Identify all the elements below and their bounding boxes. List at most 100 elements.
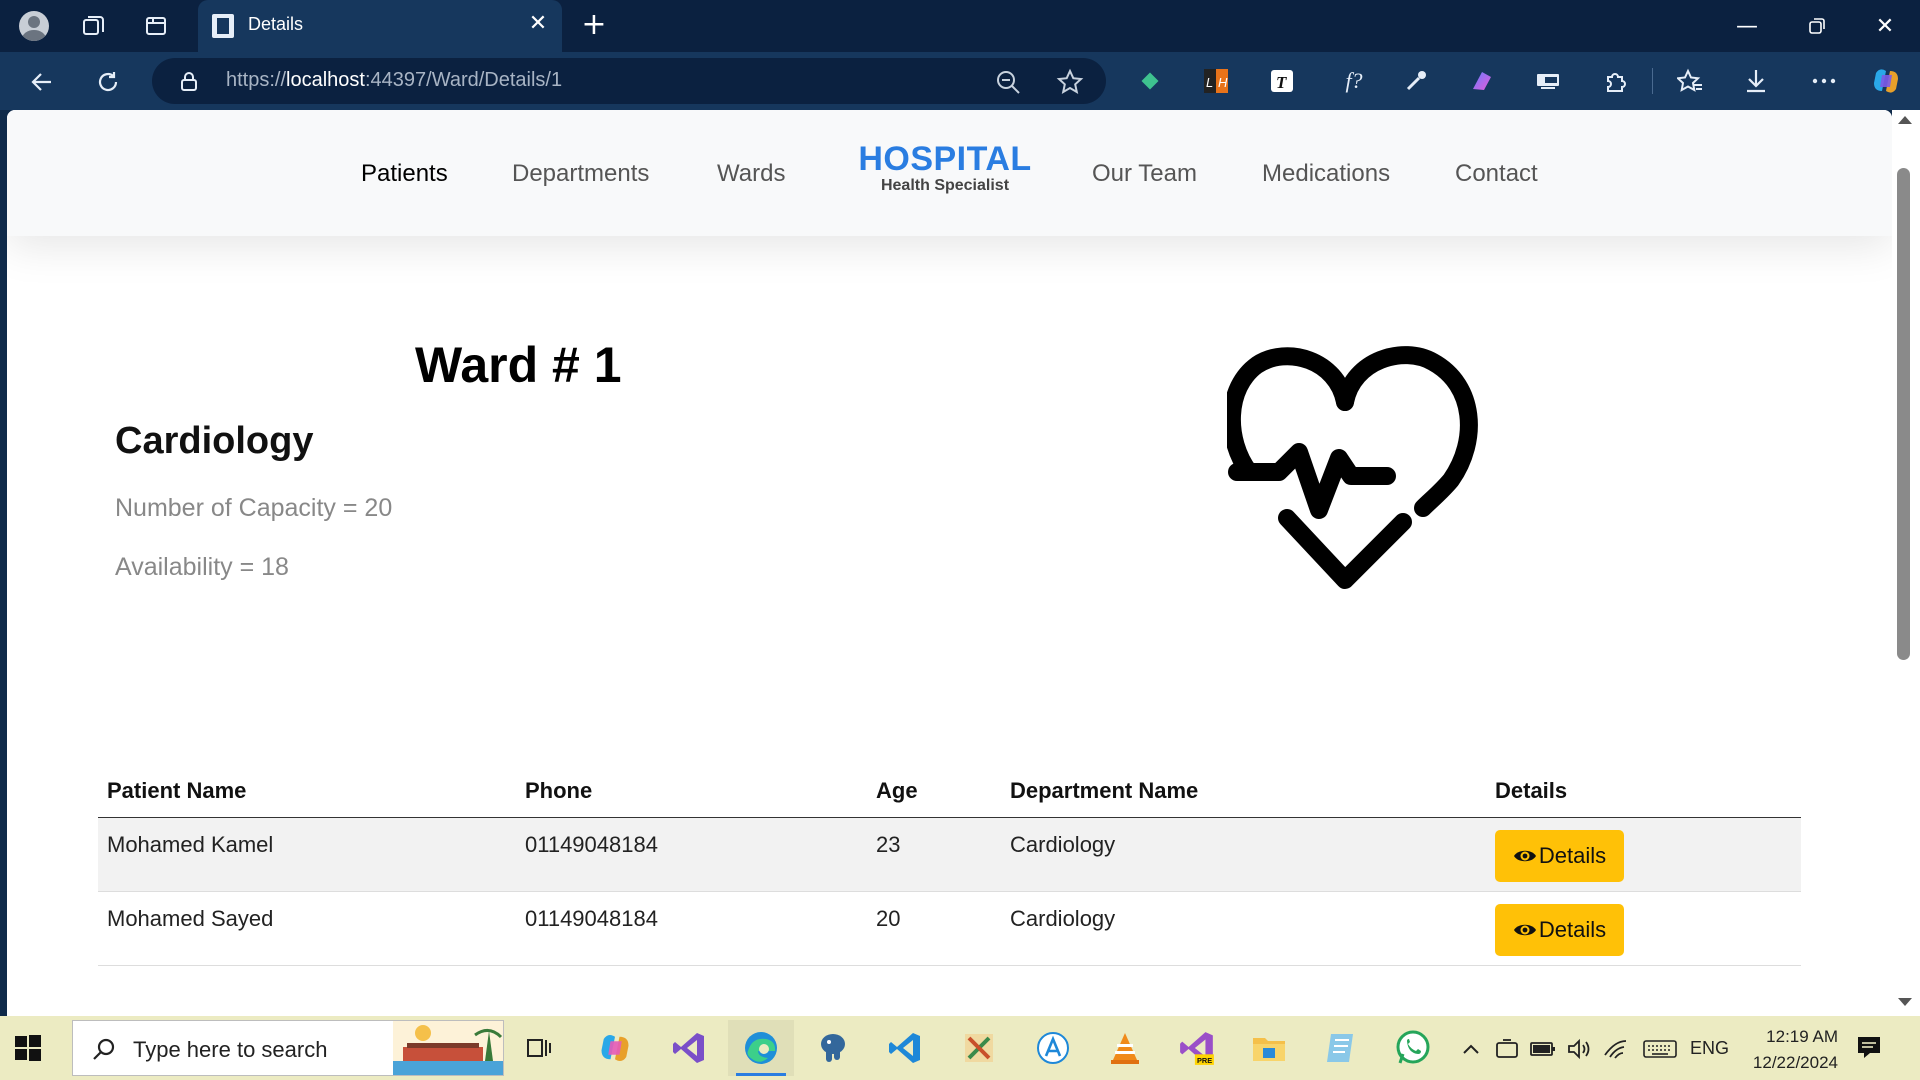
svg-text:T: T <box>1276 73 1287 92</box>
tab-title: Details <box>248 14 304 34</box>
microsoft-edge-icon[interactable] <box>728 1020 794 1076</box>
color-picker-icon[interactable] <box>1400 65 1432 97</box>
column-header-patient-name: Patient Name <box>107 778 247 803</box>
patients-table: Patient Name Phone Age Department Name D… <box>98 764 1801 966</box>
extension-diamond-icon[interactable] <box>1134 65 1166 97</box>
notifications-icon[interactable] <box>1856 1034 1882 1060</box>
nav-link-wards[interactable]: Wards <box>717 160 785 188</box>
taskbar-clock[interactable]: 12:19 AM 12/22/2024 <box>1738 1024 1838 1076</box>
input-language-indicator[interactable]: ENG <box>1690 1038 1729 1059</box>
cell-phone: 01149048184 <box>525 906 658 931</box>
brand-tagline: Health Specialist <box>880 177 1010 194</box>
downloads-icon[interactable] <box>1740 65 1772 97</box>
page-favicon-icon <box>212 14 234 38</box>
details-button[interactable]: Details <box>1495 830 1624 882</box>
tab-actions-icon[interactable] <box>138 8 174 44</box>
ward-capacity: Number of Capacity = 20 <box>115 494 393 522</box>
copilot-icon[interactable] <box>1870 65 1902 97</box>
clock-date: 12/22/2024 <box>1752 1053 1838 1072</box>
address-bar[interactable]: https://localhost:44397/Ward/Details/1 <box>152 58 1106 104</box>
extension-lh-icon[interactable]: LH <box>1200 65 1232 97</box>
favorite-star-icon[interactable] <box>1056 68 1084 96</box>
browser-tab-details[interactable]: Details ✕ <box>198 0 562 52</box>
column-header-age: Age <box>876 778 918 803</box>
extension-font-icon[interactable]: f? <box>1334 65 1374 97</box>
column-header-department-name: Department Name <box>1010 778 1199 803</box>
taskbar-search-box[interactable]: Type here to search <box>72 1020 504 1076</box>
whatsapp-icon[interactable] <box>1380 1020 1446 1076</box>
details-button[interactable]: Details <box>1495 904 1624 956</box>
show-hidden-icons-chevron-icon[interactable] <box>1458 1036 1484 1062</box>
ward-title: Ward # 1 <box>415 337 622 393</box>
browser-toolbar: https://localhost:44397/Ward/Details/1 L… <box>0 52 1920 110</box>
postgresql-icon[interactable] <box>800 1020 866 1076</box>
restore-window-icon[interactable] <box>1782 0 1852 52</box>
windows-taskbar: Type here to search PRE ENG 12:19 AM 12/… <box>0 1016 1920 1080</box>
extension-screen-icon[interactable] <box>1532 65 1564 97</box>
extension-gradient-icon[interactable] <box>1466 65 1498 97</box>
nav-link-contact[interactable]: Contact <box>1455 160 1538 188</box>
nav-link-departments[interactable]: Departments <box>512 160 649 188</box>
battery-icon[interactable] <box>1530 1036 1556 1062</box>
table-row: Mohamed Kamel 01149048184 23 Cardiology … <box>98 818 1801 892</box>
wifi-icon[interactable] <box>1602 1036 1628 1062</box>
svg-text:L: L <box>1206 75 1213 90</box>
cell-age: 23 <box>876 832 901 857</box>
visual-studio-preview-icon[interactable]: PRE <box>1164 1020 1230 1076</box>
volume-icon[interactable] <box>1566 1036 1592 1062</box>
scroll-up-arrow-icon[interactable] <box>1898 116 1912 124</box>
tools-app-icon[interactable] <box>946 1020 1012 1076</box>
close-tab-icon[interactable]: ✕ <box>526 12 550 36</box>
details-button-label: Details <box>1538 917 1607 942</box>
nav-link-our-team[interactable]: Our Team <box>1092 160 1197 188</box>
extension-t-icon[interactable]: T <box>1266 65 1298 97</box>
favorites-icon[interactable] <box>1674 65 1706 97</box>
nav-link-medications[interactable]: Medications <box>1262 160 1390 188</box>
collections-icon[interactable] <box>76 8 112 44</box>
windows-start-icon[interactable] <box>14 1034 42 1062</box>
scrollbar-thumb[interactable] <box>1897 168 1910 660</box>
cell-age: 20 <box>876 906 901 931</box>
refresh-icon[interactable] <box>88 62 128 102</box>
search-placeholder: Type here to search <box>133 1037 328 1062</box>
scroll-down-arrow-icon[interactable] <box>1898 998 1912 1006</box>
page-viewport: Patients Departments Wards HOSPITAL Heal… <box>7 110 1892 1016</box>
nav-link-patients[interactable]: Patients <box>361 160 448 188</box>
zoom-out-icon[interactable] <box>994 68 1022 96</box>
vscode-icon[interactable] <box>872 1020 938 1076</box>
site-navbar: Patients Departments Wards HOSPITAL Heal… <box>7 110 1892 236</box>
cell-patient-name: Mohamed Kamel <box>107 832 274 857</box>
new-tab-plus-icon[interactable]: + <box>576 10 612 42</box>
notepad-icon[interactable] <box>1308 1020 1374 1076</box>
back-arrow-icon[interactable] <box>22 62 62 102</box>
search-icon <box>93 1038 115 1060</box>
cell-patient-name: Mohamed Sayed <box>107 906 274 931</box>
meet-now-tray-icon[interactable] <box>1494 1036 1520 1062</box>
table-row: Mohamed Sayed 01149048184 20 Cardiology … <box>98 892 1801 966</box>
column-header-phone: Phone <box>525 778 593 803</box>
profile-avatar-icon[interactable] <box>16 8 52 44</box>
cell-department: Cardiology <box>1010 906 1116 931</box>
brand-name: HOSPITAL <box>858 140 1032 178</box>
search-highlight-illustration <box>393 1021 503 1075</box>
copilot-taskbar-icon[interactable] <box>582 1020 648 1076</box>
minimize-window-icon[interactable]: — <box>1712 0 1782 52</box>
app-store-icon[interactable] <box>1020 1020 1086 1076</box>
url-text[interactable]: https://localhost:44397/Ward/Details/1 <box>226 69 562 92</box>
eye-icon <box>1513 924 1536 936</box>
extensions-puzzle-icon[interactable] <box>1600 65 1632 97</box>
clock-time: 12:19 AM <box>1766 1027 1838 1046</box>
cell-department: Cardiology <box>1010 832 1116 857</box>
lock-icon[interactable] <box>178 70 200 92</box>
vlc-icon[interactable] <box>1092 1020 1158 1076</box>
active-app-indicator <box>736 1073 786 1076</box>
details-button-label: Details <box>1538 843 1607 868</box>
toolbar-divider <box>1652 68 1653 94</box>
file-explorer-icon[interactable] <box>1236 1020 1302 1076</box>
more-menu-icon[interactable] <box>1808 65 1840 97</box>
close-window-icon[interactable]: ✕ <box>1850 0 1920 52</box>
site-brand-logo[interactable]: HOSPITAL Health Specialist <box>855 140 1035 195</box>
keyboard-icon[interactable] <box>1642 1036 1678 1062</box>
task-view-icon[interactable] <box>506 1020 572 1076</box>
visual-studio-icon[interactable] <box>656 1020 722 1076</box>
